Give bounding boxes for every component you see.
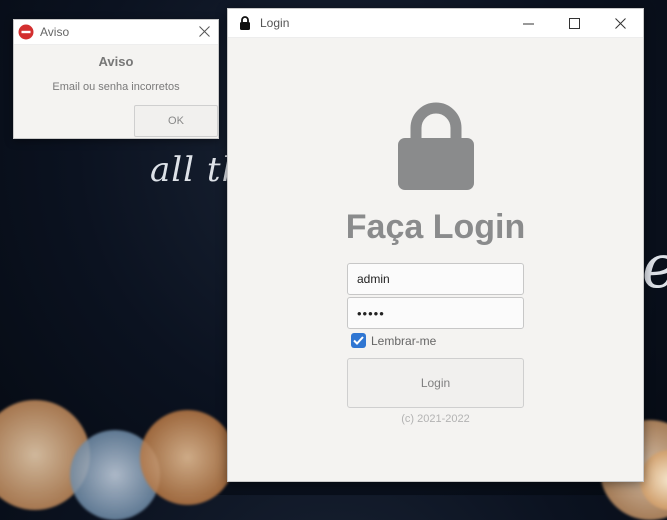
login-window: Login Faça Login admin ••••• Lembrar-me … [227, 8, 644, 482]
dialog-titlebar[interactable]: Aviso [14, 20, 218, 45]
dialog-close-button[interactable] [199, 23, 210, 41]
error-icon [18, 24, 34, 40]
warning-dialog: Aviso Aviso Email ou senha incorretos OK [13, 19, 219, 139]
copyright-text: (c) 2021-2022 [401, 413, 470, 425]
remember-label: Lembrar-me [371, 333, 437, 348]
checkmark-icon [353, 336, 364, 345]
maximize-icon [568, 17, 580, 29]
remember-me[interactable]: Lembrar-me [351, 333, 436, 348]
ok-button[interactable]: OK [134, 105, 218, 137]
bokeh-light [140, 410, 235, 505]
close-icon [614, 17, 626, 29]
remember-checkbox[interactable] [351, 333, 366, 348]
login-titlebar[interactable]: Login [228, 9, 643, 38]
username-field[interactable]: admin [347, 263, 524, 295]
lock-icon [238, 15, 252, 31]
dialog-message: Email ou senha incorretos [52, 81, 180, 93]
password-field[interactable]: ••••• [347, 297, 524, 329]
padlock-icon [398, 100, 474, 194]
dialog-header: Aviso [98, 54, 134, 69]
close-icon [199, 26, 210, 37]
password-value: ••••• [357, 305, 385, 321]
maximize-button[interactable] [551, 9, 597, 37]
dialog-title: Aviso [40, 25, 70, 39]
window-title: Login [260, 16, 290, 30]
close-button[interactable] [597, 9, 643, 37]
username-value: admin [357, 272, 390, 286]
page-title: Faça Login [345, 208, 526, 246]
wallpaper-script-right: e [642, 232, 667, 302]
minimize-button[interactable] [505, 9, 551, 37]
minimize-icon [522, 23, 534, 24]
login-content: Faça Login admin ••••• Lembrar-me Login … [228, 38, 643, 482]
login-button[interactable]: Login [347, 358, 524, 408]
